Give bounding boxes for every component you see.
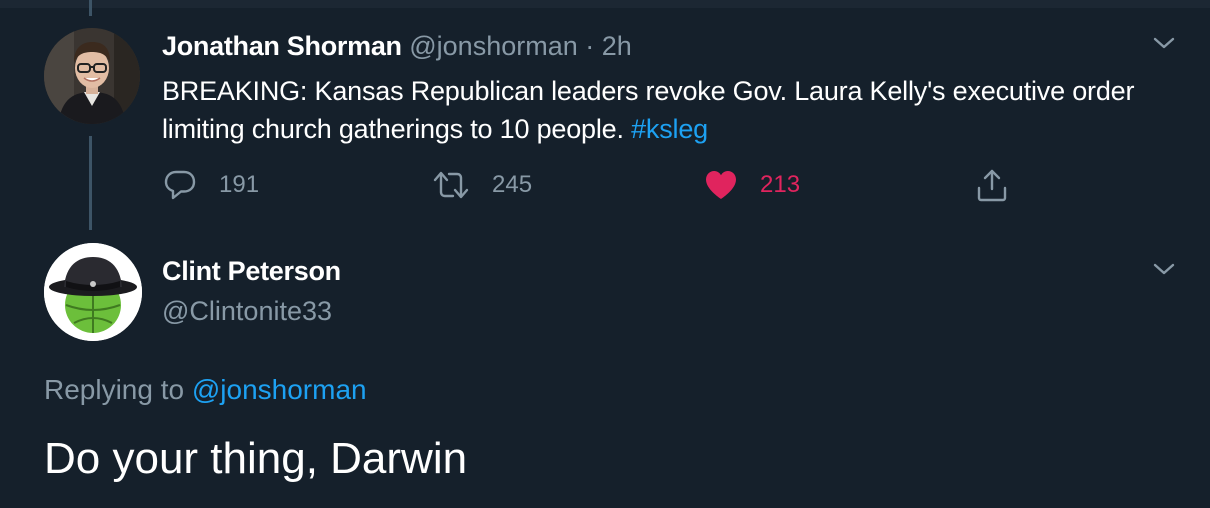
- previous-tweet-divider: [0, 0, 1210, 8]
- retweet-icon: [433, 171, 469, 199]
- thread-connector-top: [89, 0, 92, 16]
- like-count: 213: [760, 171, 801, 198]
- retweet-button[interactable]: 245: [432, 166, 532, 204]
- share-button[interactable]: [975, 166, 1009, 204]
- author-name[interactable]: Jonathan Shorman: [162, 31, 402, 61]
- reply-author-handle[interactable]: @Clintonite33: [162, 296, 332, 327]
- tweet-body: BREAKING: Kansas Republican leaders revo…: [162, 72, 1162, 148]
- retweet-count: 245: [492, 171, 533, 198]
- author-handle[interactable]: @jonshorman: [409, 31, 578, 61]
- reply-button[interactable]: 191: [163, 166, 259, 204]
- header-separator: ·: [585, 31, 595, 61]
- profile-photo-icon: [44, 28, 140, 124]
- reply-tweet-header: Clint Peterson: [162, 256, 341, 287]
- reply-author-name[interactable]: Clint Peterson: [162, 256, 341, 286]
- hashtag-link[interactable]: #ksleg: [631, 114, 708, 144]
- chevron-down-icon: [1153, 263, 1175, 275]
- share-icon: [977, 169, 1007, 202]
- tweet-menu-button[interactable]: [1150, 33, 1178, 53]
- green-ball-with-hat-avatar-icon: [44, 243, 142, 341]
- replying-to-handle-link[interactable]: @jonshorman: [192, 374, 367, 405]
- tweet-thread: Jonathan Shorman @jonshorman · 2h BREAKI…: [0, 0, 1210, 508]
- thread-connector: [89, 136, 92, 230]
- chevron-down-icon: [1153, 37, 1175, 49]
- reply-tweet-text: Do your thing, Darwin: [44, 434, 468, 483]
- reply-menu-button[interactable]: [1150, 259, 1178, 279]
- reply-icon: [164, 170, 196, 200]
- reply-count: 191: [219, 171, 260, 198]
- jonathan-shorman-avatar[interactable]: [44, 28, 140, 124]
- replying-to-label: Replying to: [44, 374, 185, 405]
- tweet-time[interactable]: 2h: [602, 31, 632, 61]
- original-tweet-header: Jonathan Shorman @jonshorman · 2h: [162, 31, 632, 62]
- replying-to-line: Replying to @jonshorman: [44, 374, 367, 406]
- heart-filled-icon: [706, 171, 736, 199]
- clint-peterson-avatar[interactable]: [44, 243, 142, 341]
- like-button[interactable]: 213: [704, 166, 800, 204]
